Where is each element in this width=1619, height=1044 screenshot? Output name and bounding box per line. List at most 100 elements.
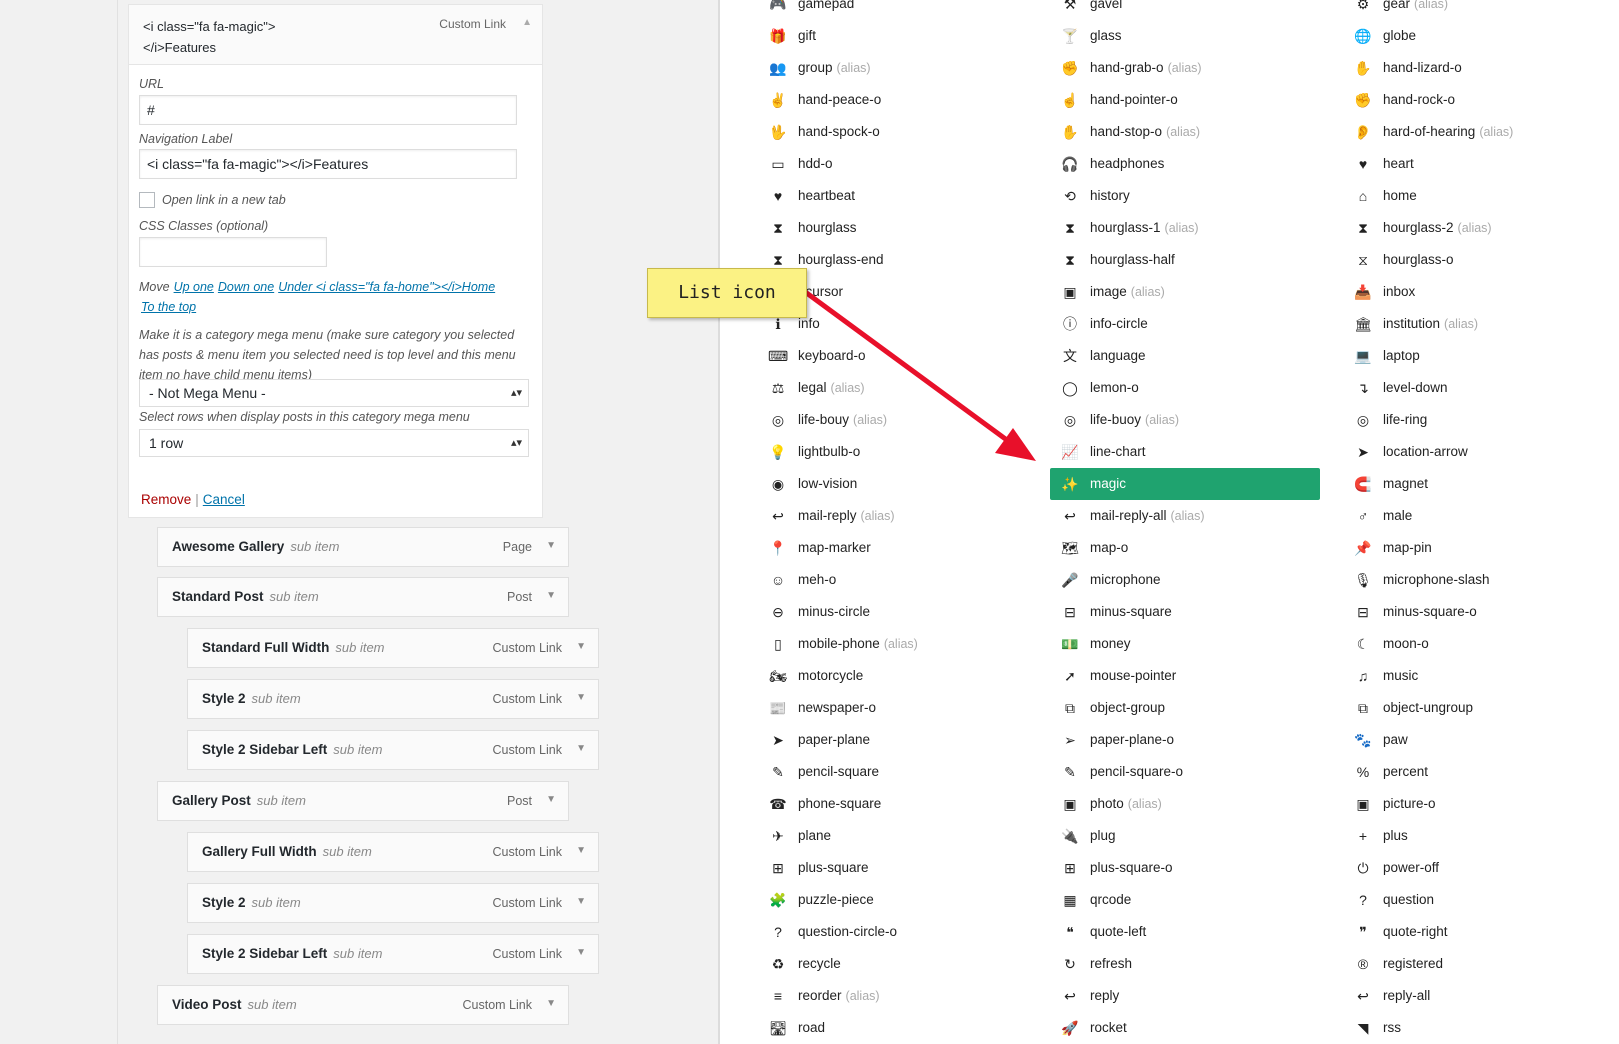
icon-item-lightbulb-o[interactable]: 💡 lightbulb-o xyxy=(758,436,1028,468)
icon-item-puzzle-piece[interactable]: 🧩 puzzle-piece xyxy=(758,884,1028,916)
icon-item-paper-plane-o[interactable]: ➢ paper-plane-o xyxy=(1050,724,1320,756)
icon-item-power-off[interactable]: ⏻ power-off xyxy=(1343,852,1613,884)
icon-item-hand-pointer-o[interactable]: ☝ hand-pointer-o xyxy=(1050,84,1320,116)
icon-item-registered[interactable]: ® registered xyxy=(1343,948,1613,980)
icon-item-hourglass-half[interactable]: ⧗ hourglass-half xyxy=(1050,244,1320,276)
icon-item-paw[interactable]: 🐾 paw xyxy=(1343,724,1613,756)
menu-item-style-2-gallery[interactable]: Style 2 sub item Custom Link ▼ xyxy=(187,883,599,923)
icon-item-question-circle-o[interactable]: ? question-circle-o xyxy=(758,916,1028,948)
chevron-down-icon[interactable]: ▼ xyxy=(576,845,586,856)
icon-item-minus-circle[interactable]: ⊖ minus-circle xyxy=(758,596,1028,628)
menu-item-standard-full-width[interactable]: Standard Full Width sub item Custom Link … xyxy=(187,628,599,668)
chevron-down-icon[interactable]: ▼ xyxy=(546,794,556,805)
menu-item-gallery-post[interactable]: Gallery Post sub item Post ▼ xyxy=(157,781,569,821)
icon-item-pencil-square[interactable]: ✎ pencil-square xyxy=(758,756,1028,788)
icon-item-image[interactable]: ▣ image (alias) xyxy=(1050,276,1320,308)
icon-item-object-group[interactable]: ⧉ object-group xyxy=(1050,692,1320,724)
icon-item-legal[interactable]: ⚖ legal (alias) xyxy=(758,372,1028,404)
icon-item-mobile-phone[interactable]: ▯ mobile-phone (alias) xyxy=(758,628,1028,660)
icon-item-hand-rock-o[interactable]: ✊ hand-rock-o xyxy=(1343,84,1613,116)
icon-item-mail-reply-all[interactable]: ↩ mail-reply-all (alias) xyxy=(1050,500,1320,532)
cancel-link[interactable]: Cancel xyxy=(203,492,245,507)
move-up-one-link[interactable]: Up one xyxy=(174,280,214,294)
icon-item-percent[interactable]: % percent xyxy=(1343,756,1613,788)
icon-item-mouse-pointer[interactable]: ➚ mouse-pointer xyxy=(1050,660,1320,692)
icon-item-info-circle[interactable]: ⓘ info-circle xyxy=(1050,308,1320,340)
icon-item-motorcycle[interactable]: 🏍 motorcycle xyxy=(758,660,1028,692)
menu-item-style-2-sidebar-left-gallery[interactable]: Style 2 Sidebar Left sub item Custom Link… xyxy=(187,934,599,974)
icon-item-microphone[interactable]: 🎤 microphone xyxy=(1050,564,1320,596)
chevron-down-icon[interactable]: ▼ xyxy=(546,540,556,551)
icon-item-minus-square-o[interactable]: ⊟ minus-square-o xyxy=(1343,596,1613,628)
icon-item-hard-of-hearing[interactable]: 👂 hard-of-hearing (alias) xyxy=(1343,116,1613,148)
icon-item-rocket[interactable]: 🚀 rocket xyxy=(1050,1012,1320,1044)
icon-item-plus-square[interactable]: ⊞ plus-square xyxy=(758,852,1028,884)
icon-item-gift[interactable]: 🎁 gift xyxy=(758,20,1028,52)
icon-item-map-marker[interactable]: 📍 map-marker xyxy=(758,532,1028,564)
icon-item-heart[interactable]: ♥ heart xyxy=(1343,148,1613,180)
icon-item-microphone-slash[interactable]: 🎙 microphone-slash xyxy=(1343,564,1613,596)
css-classes-field[interactable] xyxy=(139,237,327,267)
icon-item-road[interactable]: 🛣 road xyxy=(758,1012,1028,1044)
caret-up-icon[interactable]: ▲ xyxy=(522,17,532,28)
chevron-down-icon[interactable]: ▼ xyxy=(576,896,586,907)
icon-item-phone-square[interactable]: ☎ phone-square xyxy=(758,788,1028,820)
icon-item-magic[interactable]: ✨ magic xyxy=(1050,468,1320,500)
icon-item-hdd-o[interactable]: ▭ hdd-o xyxy=(758,148,1028,180)
chevron-down-icon[interactable]: ▼ xyxy=(576,641,586,652)
icon-item-group[interactable]: 👥 group (alias) xyxy=(758,52,1028,84)
icon-item-globe[interactable]: 🌐 globe xyxy=(1343,20,1613,52)
chevron-down-icon[interactable]: ▼ xyxy=(576,692,586,703)
icon-item-hourglass-1[interactable]: ⧗ hourglass-1 (alias) xyxy=(1050,212,1320,244)
icon-item-quote-right[interactable]: ❞ quote-right xyxy=(1343,916,1613,948)
remove-link[interactable]: Remove xyxy=(141,492,191,507)
icon-item-reorder[interactable]: ≡ reorder (alias) xyxy=(758,980,1028,1012)
icon-item-heartbeat[interactable]: ♥ heartbeat xyxy=(758,180,1028,212)
icon-item-headphones[interactable]: 🎧 headphones xyxy=(1050,148,1320,180)
icon-item-gavel[interactable]: ⚒ gavel xyxy=(1050,0,1320,20)
icon-item-life-ring[interactable]: ◎ life-ring xyxy=(1343,404,1613,436)
icon-item-laptop[interactable]: 💻 laptop xyxy=(1343,340,1613,372)
icon-item-male[interactable]: ♂ male xyxy=(1343,500,1613,532)
menu-item-standard-post[interactable]: Standard Post sub item Post ▼ xyxy=(157,577,569,617)
move-down-one-link[interactable]: Down one xyxy=(218,280,274,294)
icon-item-level-down[interactable]: ↴ level-down xyxy=(1343,372,1613,404)
icon-item-hourglass[interactable]: ⧗ hourglass xyxy=(758,212,1028,244)
chevron-down-icon[interactable]: ▼ xyxy=(576,743,586,754)
icon-item-reply[interactable]: ↩ reply xyxy=(1050,980,1320,1012)
menu-item-style-2-sidebar-left[interactable]: Style 2 Sidebar Left sub item Custom Link… xyxy=(187,730,599,770)
icon-item-plus-square-o[interactable]: ⊞ plus-square-o xyxy=(1050,852,1320,884)
icon-item-pencil-square-o[interactable]: ✎ pencil-square-o xyxy=(1050,756,1320,788)
chevron-down-icon[interactable]: ▼ xyxy=(546,590,556,601)
icon-item-rss[interactable]: ◥ rss xyxy=(1343,1012,1613,1044)
icon-item-gear[interactable]: ⚙ gear (alias) xyxy=(1343,0,1613,20)
icon-item-inbox[interactable]: 📥 inbox xyxy=(1343,276,1613,308)
icon-item-hand-lizard-o[interactable]: ✋ hand-lizard-o xyxy=(1343,52,1613,84)
icon-item-home[interactable]: ⌂ home xyxy=(1343,180,1613,212)
move-to-top-link[interactable]: To the top xyxy=(141,300,196,314)
icon-item-mail-reply[interactable]: ↩ mail-reply (alias) xyxy=(758,500,1028,532)
icon-item-institution[interactable]: 🏛 institution (alias) xyxy=(1343,308,1613,340)
icon-item-line-chart[interactable]: 📈 line-chart xyxy=(1050,436,1320,468)
menu-item-awesome-gallery[interactable]: Awesome Gallery sub item Page ▼ xyxy=(157,527,569,567)
menu-item-video-post[interactable]: Video Post sub item Custom Link ▼ xyxy=(157,985,569,1025)
icon-item-plane[interactable]: ✈ plane xyxy=(758,820,1028,852)
rows-select[interactable]: 1 row ▴▾ xyxy=(139,429,529,457)
icon-item-moon-o[interactable]: ☾ moon-o xyxy=(1343,628,1613,660)
icon-item-paper-plane[interactable]: ➤ paper-plane xyxy=(758,724,1028,756)
new-tab-checkbox[interactable] xyxy=(139,192,155,208)
icon-item-language[interactable]: 文 language xyxy=(1050,340,1320,372)
icon-item-money[interactable]: 💵 money xyxy=(1050,628,1320,660)
icon-item-plus[interactable]: + plus xyxy=(1343,820,1613,852)
icon-item-music[interactable]: ♫ music xyxy=(1343,660,1613,692)
icon-item-reply-all[interactable]: ↩ reply-all xyxy=(1343,980,1613,1012)
icon-item-meh-o[interactable]: ☺ meh-o xyxy=(758,564,1028,596)
icon-item-minus-square[interactable]: ⊟ minus-square xyxy=(1050,596,1320,628)
mega-menu-select[interactable]: - Not Mega Menu - ▴▾ xyxy=(139,379,529,407)
move-under-home-link[interactable]: Under <i class="fa fa-home"></i>Home xyxy=(278,280,495,294)
icon-item-hourglass-2[interactable]: ⧗ hourglass-2 (alias) xyxy=(1343,212,1613,244)
icon-item-glass[interactable]: 🍸 glass xyxy=(1050,20,1320,52)
navigation-label-field[interactable]: <i class="fa fa-magic"></i>Features xyxy=(139,149,517,179)
chevron-down-icon[interactable]: ▼ xyxy=(576,947,586,958)
icon-item-newspaper-o[interactable]: 📰 newspaper-o xyxy=(758,692,1028,724)
